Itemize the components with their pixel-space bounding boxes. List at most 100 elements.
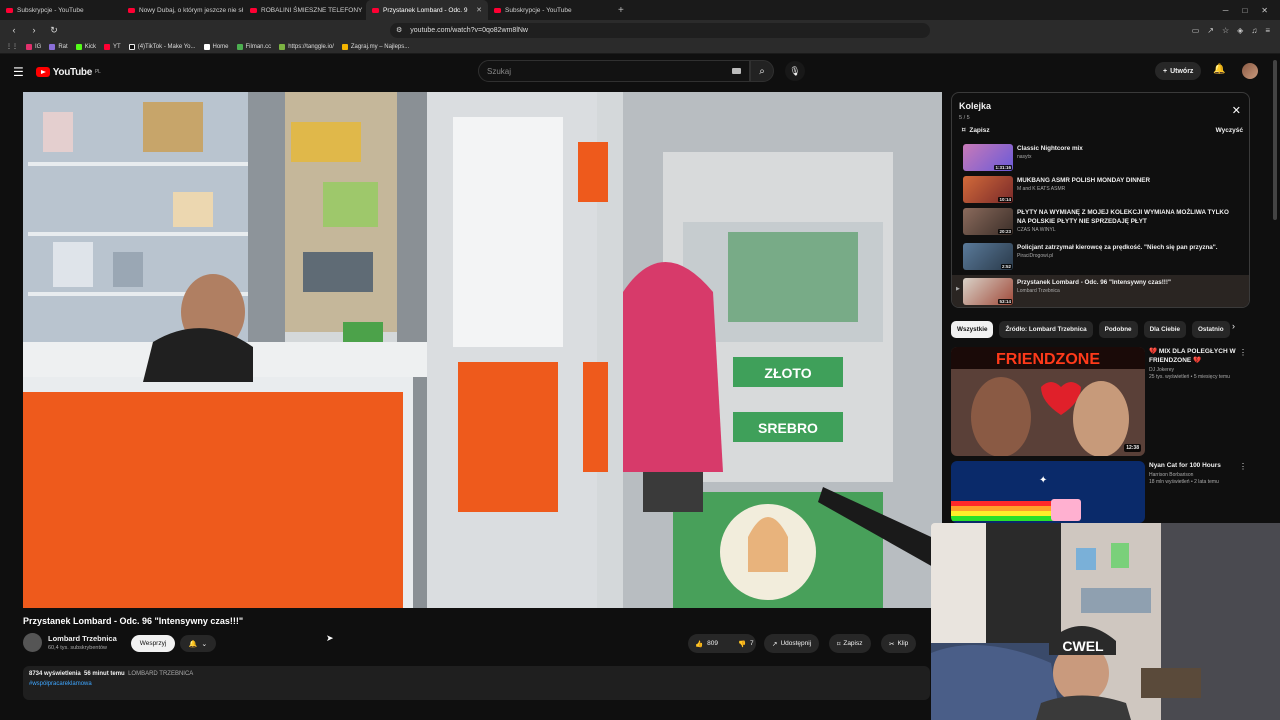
close-queue-icon[interactable]: ✕ bbox=[1232, 104, 1241, 117]
bookmark[interactable]: Zagraj.my – Najleps... bbox=[341, 43, 409, 50]
share-arrow-icon: ↗ bbox=[772, 640, 778, 648]
new-tab-icon[interactable]: + bbox=[610, 5, 632, 16]
channel-subscribers: 60,4 tys. subskrybentów bbox=[48, 645, 108, 651]
bookmark[interactable]: Home bbox=[203, 43, 229, 50]
description-box[interactable]: 8734 wyświetlenia 56 minut temu LOMBARD … bbox=[23, 666, 930, 700]
site-info-icon[interactable]: ⚙ bbox=[396, 26, 402, 34]
video-frame: ZŁOTO SREBRO bbox=[23, 92, 942, 608]
chip-source[interactable]: Źródło: Lombard Trzebnica bbox=[999, 320, 1093, 338]
recommendation-item[interactable]: FRIENDZONE 12:38 💔 MIX DLA POLEGŁYCH W F… bbox=[951, 347, 1251, 457]
channel-name[interactable]: Lombard Trzebnica bbox=[48, 634, 117, 643]
youtube-logo[interactable]: YouTube PL bbox=[35, 67, 101, 78]
address-bar-row: ‹ › ↻ ⚙ youtube.com/watch?v=0qo82wm8lNw … bbox=[0, 20, 1280, 40]
create-button[interactable]: + Utwórz bbox=[1155, 62, 1202, 80]
browser-tab[interactable]: Subskrypcje - YouTube bbox=[488, 0, 610, 20]
bookmark[interactable]: YT bbox=[104, 43, 121, 50]
browser-tab[interactable]: Subskrypcje - YouTube bbox=[0, 0, 122, 20]
chip-related[interactable]: Podobne bbox=[1098, 320, 1138, 338]
x-icon bbox=[203, 43, 210, 50]
scissors-icon: ✂ bbox=[889, 640, 895, 648]
browser-tab-active[interactable]: Przystanek Lombard - Odc. 9 ✕ bbox=[366, 0, 488, 20]
subscription-bell-button[interactable]: 🔔 ⌄ bbox=[180, 635, 216, 652]
menu-icon[interactable]: ≡ bbox=[1265, 26, 1270, 35]
queue-item[interactable]: 10:14 MUKBANG ASMR POLISH MONDAY DINNER M… bbox=[952, 173, 1249, 205]
browser-tab[interactable]: ROBALINI ŚMIESZNE TELEFONY bbox=[244, 0, 366, 20]
bookmark[interactable]: Kick bbox=[75, 43, 96, 50]
video-title: Przystanek Lombard - Odc. 96 "Intensywny… bbox=[23, 616, 244, 626]
queue-save-button[interactable]: ⌑ Zapisz bbox=[962, 126, 990, 135]
bookmark[interactable]: Filman.cc bbox=[236, 43, 271, 50]
queue-item[interactable]: 2:52 Policjant zatrzymał kierowcę za prę… bbox=[952, 240, 1249, 272]
url-field[interactable]: ⚙ youtube.com/watch?v=0qo82wm8lNw bbox=[390, 22, 930, 38]
youtube-favicon-icon bbox=[250, 7, 257, 13]
chip-for-you[interactable]: Dla Ciebie bbox=[1143, 320, 1187, 338]
queue-thumbnail: 20:23 bbox=[963, 208, 1013, 235]
queue-item[interactable]: 1:31:16 Classic Nightcore mix nasytx bbox=[952, 141, 1249, 173]
search-input[interactable]: Szukaj bbox=[478, 60, 750, 82]
queue-count: 5 / 5 bbox=[959, 115, 970, 121]
more-options-icon[interactable]: ⋮ bbox=[1239, 462, 1247, 471]
music-icon[interactable]: ♫ bbox=[1251, 26, 1257, 35]
keyboard-icon[interactable] bbox=[732, 68, 741, 74]
channel-avatar[interactable] bbox=[23, 633, 42, 652]
maximize-icon[interactable]: □ bbox=[1242, 6, 1247, 15]
youtube-favicon-icon bbox=[372, 7, 379, 13]
chip-all[interactable]: Wszystkie bbox=[951, 320, 994, 338]
bell-icon: 🔔 bbox=[188, 640, 198, 648]
share-icon[interactable]: ↗ bbox=[1207, 26, 1214, 35]
queue-item[interactable]: 20:23 PŁYTY NA WYMIANĘ Z MOJEJ KOLEKCJI … bbox=[952, 205, 1249, 237]
search-icon: ⌕ bbox=[759, 65, 765, 77]
url-text: youtube.com/watch?v=0qo82wm8lNw bbox=[410, 26, 528, 34]
now-playing-icon: ▶ bbox=[956, 286, 960, 292]
dislike-button[interactable]: 👎 7 bbox=[731, 634, 761, 653]
queue-clear-button[interactable]: Wyczyść bbox=[1216, 127, 1243, 134]
plus-icon: + bbox=[1163, 67, 1168, 75]
queue-thumbnail: 53:14 bbox=[963, 278, 1013, 305]
window-controls: ─ □ ✕ bbox=[1223, 6, 1280, 15]
bookmark[interactable]: (4)TikTok - Make Yo... bbox=[128, 43, 196, 50]
bookmark[interactable]: https://tanggle.io/ bbox=[279, 43, 334, 50]
reload-icon[interactable]: ↻ bbox=[48, 25, 60, 36]
close-tab-icon[interactable]: ✕ bbox=[476, 6, 482, 14]
bookmark-star-icon[interactable]: ☆ bbox=[1222, 26, 1229, 35]
svg-text:✦: ✦ bbox=[1039, 475, 1047, 486]
bookmarks-bar: ⋮⋮ IG Rat Kick YT (4)TikTok - Make Yo...… bbox=[0, 40, 1280, 54]
back-icon[interactable]: ‹ bbox=[8, 25, 20, 35]
bookmark[interactable]: Rat bbox=[49, 43, 68, 50]
clip-button[interactable]: ✂ Klip bbox=[881, 634, 917, 653]
forward-icon[interactable]: › bbox=[28, 25, 40, 35]
chevron-down-icon: ⌄ bbox=[201, 640, 208, 648]
notifications-bell-icon[interactable]: 🔔 bbox=[1213, 64, 1225, 75]
cap-text: CWEL bbox=[1062, 638, 1104, 654]
user-avatar[interactable] bbox=[1242, 63, 1258, 79]
like-button[interactable]: 👍 809 bbox=[688, 634, 725, 653]
close-window-icon[interactable]: ✕ bbox=[1261, 6, 1268, 15]
save-button[interactable]: ⌑ Zapisz bbox=[829, 634, 871, 653]
thumbs-up-icon: 👍 bbox=[695, 640, 704, 648]
queue-item-current[interactable]: ▶ 53:14 Przystanek Lombard - Odc. 96 "In… bbox=[952, 275, 1249, 307]
more-options-icon[interactable]: ⋮ bbox=[1239, 348, 1247, 357]
search-button[interactable]: ⌕ bbox=[750, 60, 774, 82]
browser-tab[interactable]: Nowy Dubaj, o którym jeszcze nie sł bbox=[122, 0, 244, 20]
hashtag-link[interactable]: #współpracareklamowa bbox=[29, 681, 924, 687]
extension-icon[interactable]: ◈ bbox=[1237, 26, 1243, 35]
video-player[interactable]: ZŁOTO SREBRO bbox=[23, 92, 942, 608]
bookmark[interactable]: IG bbox=[26, 43, 41, 50]
hamburger-menu-icon[interactable]: ☰ bbox=[13, 65, 24, 79]
install-icon[interactable]: ▭ bbox=[1192, 26, 1200, 35]
chip-recent[interactable]: Ostatnio bbox=[1192, 320, 1230, 338]
bookmark-icon: ⌑ bbox=[837, 640, 841, 648]
voice-search-button[interactable]: 🎙 bbox=[785, 61, 805, 81]
minimize-icon[interactable]: ─ bbox=[1223, 6, 1229, 15]
recommendation-title: Nyan Cat for 100 Hours bbox=[1149, 462, 1221, 469]
share-button[interactable]: ↗ Udostępnij bbox=[764, 634, 820, 653]
sign-gold: ZŁOTO bbox=[764, 365, 811, 381]
chevron-right-icon[interactable]: › bbox=[1232, 321, 1235, 331]
thumbs-down-icon: 👎 bbox=[737, 640, 747, 648]
bookmark-icon bbox=[49, 43, 56, 50]
queue-panel: Kolejka 5 / 5 ✕ ⌑ Zapisz Wyczyść 1:31:16 … bbox=[951, 92, 1250, 308]
support-button[interactable]: Wesprzyj bbox=[131, 635, 175, 652]
page-scrollbar[interactable] bbox=[1273, 60, 1277, 220]
recommendation-title: 💔 MIX DLA POLEGŁYCH W FRIENDZONE 💔 bbox=[1149, 348, 1236, 364]
apps-icon[interactable]: ⋮⋮ bbox=[6, 43, 18, 50]
